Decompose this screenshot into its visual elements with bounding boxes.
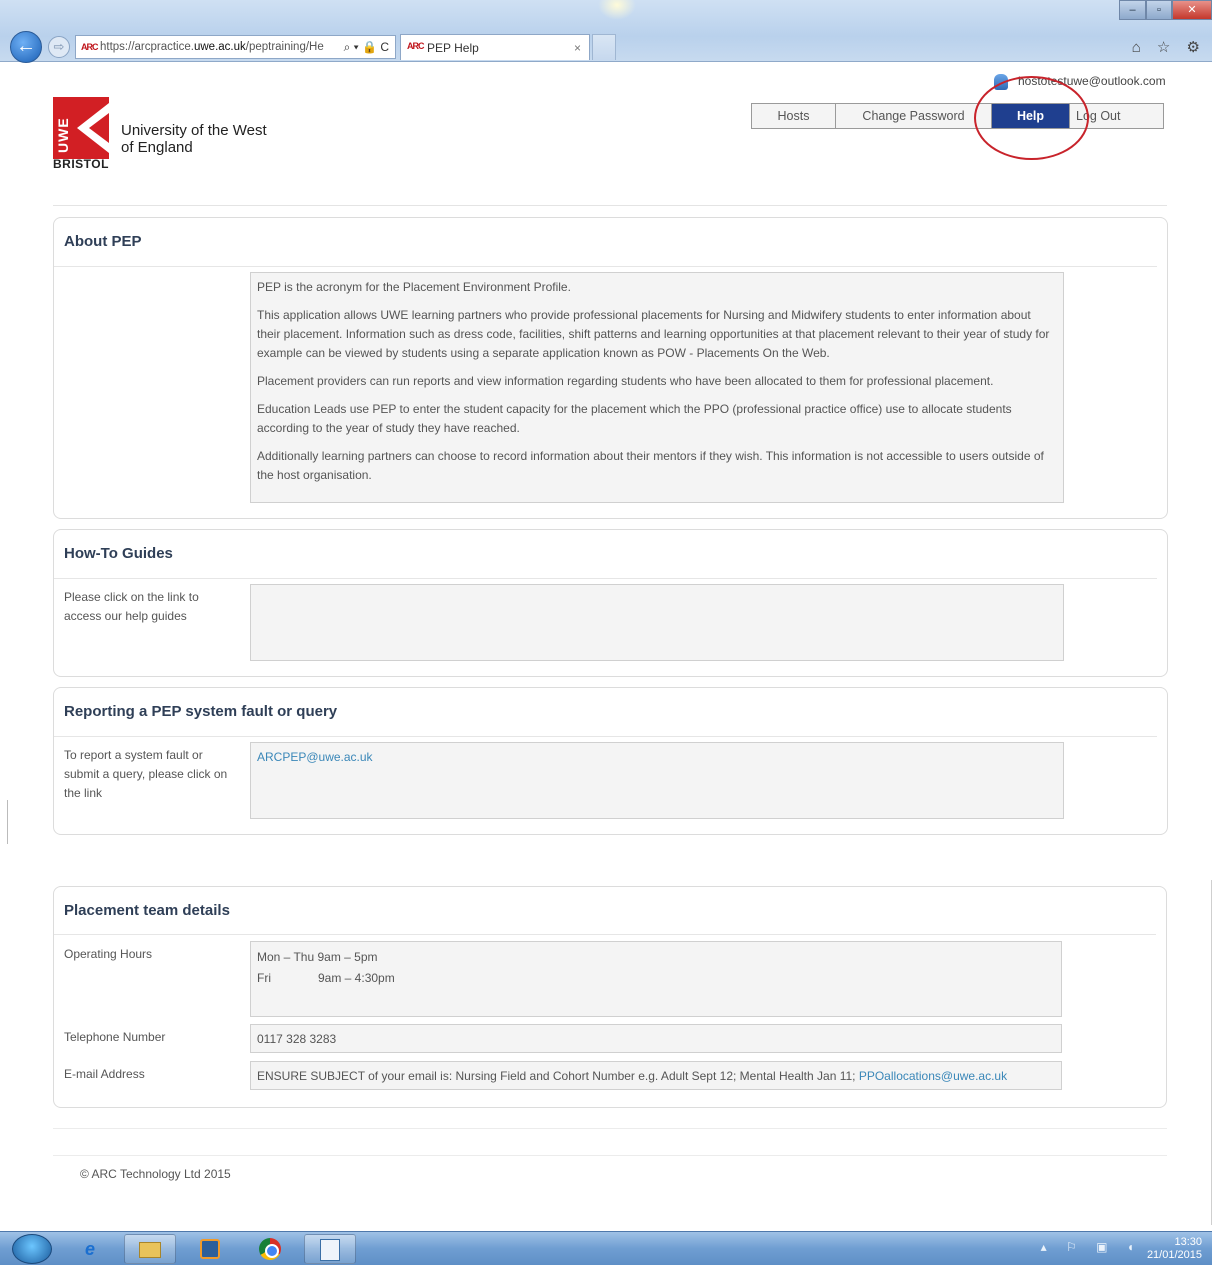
guides-title: How-To Guides	[64, 545, 173, 562]
screenshot-seam	[0, 800, 8, 844]
guides-panel: How-To Guides Please click on the link t…	[53, 529, 1168, 677]
email-note: ENSURE SUBJECT of your email is: Nursing…	[257, 1069, 856, 1083]
placement-rule	[54, 934, 1156, 935]
clock-date: 21/01/2015	[1146, 1249, 1202, 1261]
about-paragraph: This application allows UWE learning par…	[257, 308, 1050, 360]
taskbar-app-icon[interactable]	[304, 1234, 356, 1264]
taskbar: e 13:30 21/01/2015	[0, 1231, 1212, 1265]
fault-rule	[54, 736, 1157, 737]
hours-label: Operating Hours	[64, 947, 153, 961]
email-box: ENSURE SUBJECT of your email is: Nursing…	[250, 1061, 1062, 1090]
address-tools[interactable]: ⌕ ▾ 🔒 C	[344, 36, 389, 58]
site-favicon-icon: ARC	[81, 42, 99, 52]
new-tab-button[interactable]	[592, 34, 616, 60]
tab-title: PEP Help	[427, 41, 479, 55]
logo-brand-text: UWE	[55, 117, 71, 153]
about-text-box: PEP is the acronym for the Placement Env…	[250, 272, 1064, 503]
clock-time: 13:30	[1174, 1236, 1202, 1248]
top-navigation: Hosts Change Password Help Log Out	[751, 103, 1164, 129]
fault-label: To report a system fault or submit a que…	[64, 748, 228, 800]
about-paragraph: PEP is the acronym for the Placement Env…	[257, 280, 571, 294]
back-button[interactable]: ←	[10, 31, 42, 63]
fault-panel: Reporting a PEP system fault or query To…	[53, 687, 1168, 835]
start-button[interactable]	[12, 1234, 52, 1264]
about-rule	[54, 266, 1157, 267]
system-tray-icons[interactable]: ▴ ⚐ ▣ ◖	[1041, 1240, 1142, 1254]
placement-panel: Placement team details Operating Hours M…	[53, 886, 1167, 1108]
tab-favicon-icon: ARC	[407, 41, 425, 51]
phone-value: 0117 328 3283	[257, 1032, 337, 1046]
nav-hosts[interactable]: Hosts	[752, 104, 836, 128]
tab-close-icon[interactable]: ×	[574, 35, 581, 61]
taskbar-ie-icon[interactable]: e	[64, 1234, 116, 1264]
phone-label: Telephone Number	[64, 1030, 166, 1044]
about-paragraph: Placement providers can run reports and …	[257, 374, 994, 388]
logo-name: University of the West of England	[121, 122, 267, 156]
url-text: https://arcpractice.uwe.ac.uk/peptrainin…	[100, 41, 324, 53]
forward-arrow-icon: ⇨	[53, 39, 65, 54]
taskbar-media-icon[interactable]	[184, 1234, 236, 1264]
footer-rule	[53, 1155, 1167, 1156]
clock[interactable]: 13:30 21/01/2015	[1147, 1236, 1202, 1262]
header-divider	[53, 205, 1167, 206]
hours-box: Mon – Thu 9am – 5pm Fri 9am – 4:30pm	[250, 941, 1062, 1017]
placement-title: Placement team details	[64, 902, 230, 919]
title-glow	[598, 0, 636, 20]
hours-line: Mon – Thu 9am – 5pm	[257, 950, 378, 964]
taskbar-explorer-icon[interactable]	[124, 1234, 176, 1264]
fault-link-box: ARCPEP@uwe.ac.uk	[250, 742, 1064, 819]
guides-rule	[54, 578, 1157, 579]
nav-change-password[interactable]: Change Password	[836, 104, 992, 128]
maximize-icon[interactable]: ▫	[1146, 0, 1172, 20]
minimize-icon[interactable]: –	[1119, 0, 1146, 20]
uwe-logo-mark: UWE	[53, 97, 109, 159]
back-arrow-icon: ←	[16, 35, 36, 57]
window-controls: – ▫ ✕	[1119, 0, 1212, 20]
forward-button[interactable]: ⇨	[48, 36, 70, 58]
browser-chrome: ← ⇨ ARC https://arcpractice.uwe.ac.uk/pe…	[0, 0, 1212, 63]
email-label: E-mail Address	[64, 1067, 145, 1081]
about-paragraph: Additionally learning partners can choos…	[257, 449, 1044, 482]
logo-city: BRISTOL	[53, 157, 109, 171]
highlight-circle	[974, 76, 1089, 160]
guides-link-box	[250, 584, 1064, 661]
ppo-email-link[interactable]: PPOallocations@uwe.ac.uk	[859, 1069, 1007, 1083]
guides-label: Please click on the link to access our h…	[64, 590, 199, 623]
about-title: About PEP	[64, 233, 142, 250]
tab-pep-help[interactable]: ARC PEP Help ×	[400, 34, 590, 60]
favorites-icons[interactable]: ⌂ ☆ ⚙	[1132, 38, 1206, 56]
copyright: © ARC Technology Ltd 2015	[80, 1167, 231, 1181]
hours-line: Fri 9am – 4:30pm	[257, 971, 395, 985]
address-bar[interactable]: ARC https://arcpractice.uwe.ac.uk/peptra…	[75, 35, 396, 59]
about-paragraph: Education Leads use PEP to enter the stu…	[257, 402, 1012, 435]
fault-title: Reporting a PEP system fault or query	[64, 703, 338, 720]
taskbar-chrome-icon[interactable]	[244, 1234, 296, 1264]
phone-box: 0117 328 3283	[250, 1024, 1062, 1053]
logo-chevron-icon	[77, 103, 109, 153]
close-window-icon[interactable]: ✕	[1172, 0, 1212, 20]
footer-rule	[53, 1128, 1167, 1129]
fault-email-link[interactable]: ARCPEP@uwe.ac.uk	[257, 750, 373, 764]
about-panel: About PEP PEP is the acronym for the Pla…	[53, 217, 1168, 519]
